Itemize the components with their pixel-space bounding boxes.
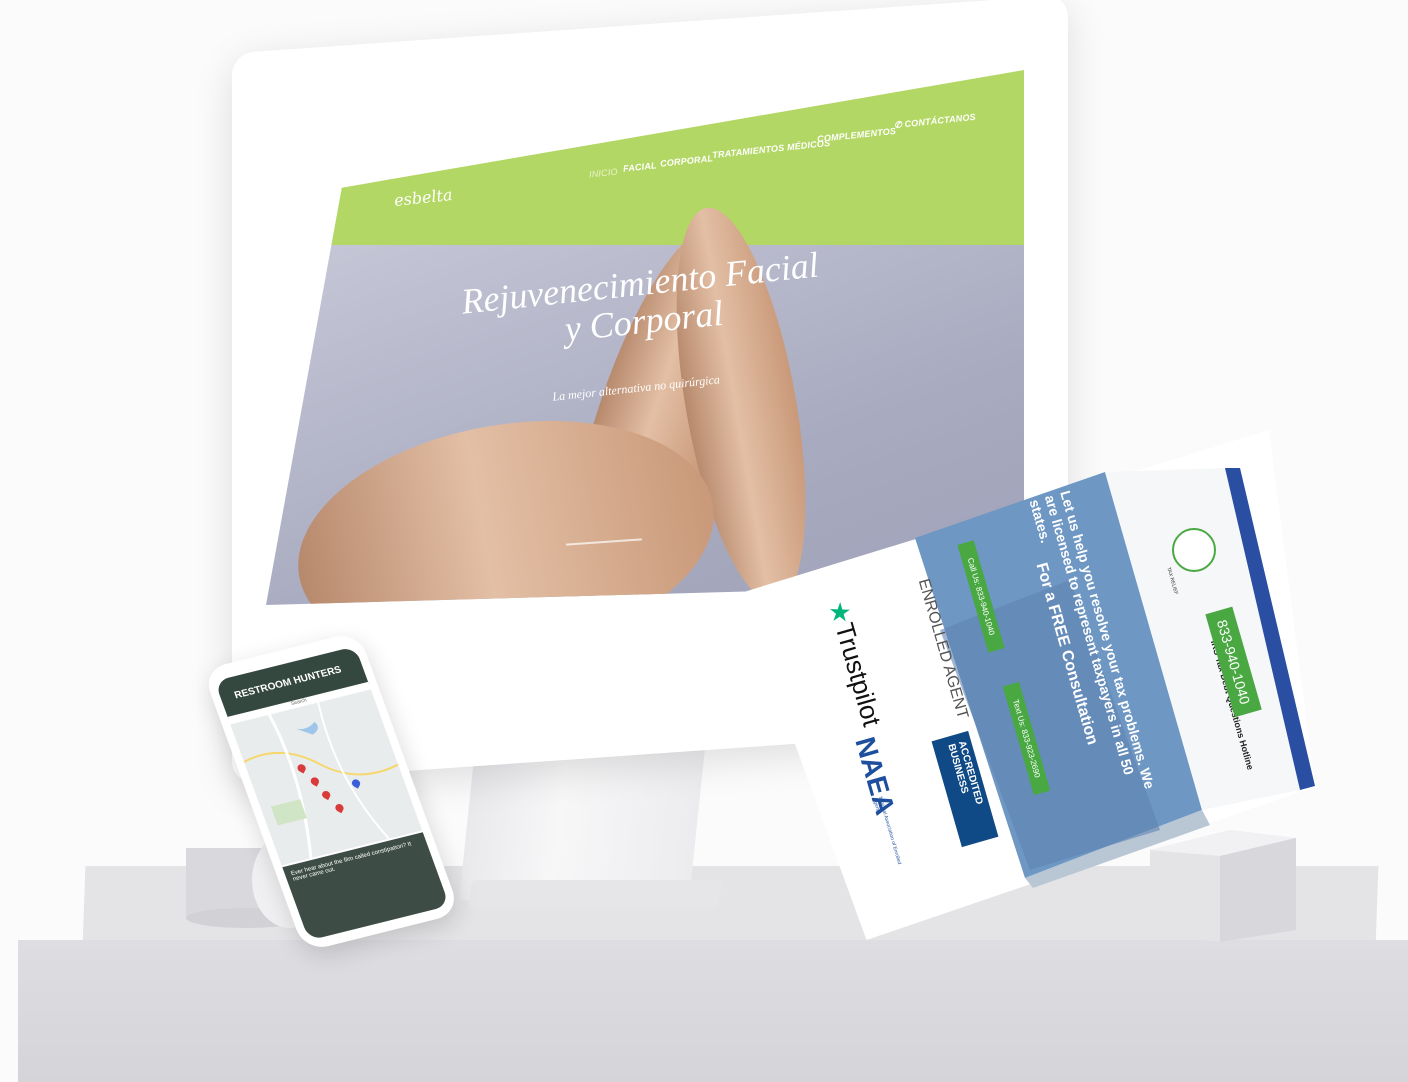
nav-item-inicio[interactable]: INICIO	[589, 167, 619, 180]
phone-device: RESTROOM HUNTERS Search Ever hear about …	[182, 618, 461, 952]
nav-item-tratamientos[interactable]: TRATAMIENTOS MÉDICOS	[712, 138, 831, 160]
tax-logo-icon[interactable]	[1172, 528, 1216, 572]
nav-item-complementos[interactable]: COMPLEMENTOS	[817, 126, 897, 144]
site-logo[interactable]: esbelta	[393, 185, 453, 210]
monitor-stand-base	[468, 880, 722, 908]
tablet-device: TAX RELIEF IRS Tax Debt Questions Hotlin…	[740, 430, 1315, 940]
nav-item-contactanos[interactable]: ✆ CONTÁCTANOS	[894, 112, 977, 132]
nav-item-facial[interactable]: FACIAL	[623, 160, 658, 173]
site-navbar: esbelta INICIO FACIAL CORPORAL TRATAMIEN…	[266, 70, 1024, 245]
nav-item-corporal[interactable]: CORPORAL	[660, 153, 714, 168]
pedestal-front	[18, 940, 1408, 1082]
nav-item-contactanos-label: CONTÁCTANOS	[904, 111, 977, 130]
